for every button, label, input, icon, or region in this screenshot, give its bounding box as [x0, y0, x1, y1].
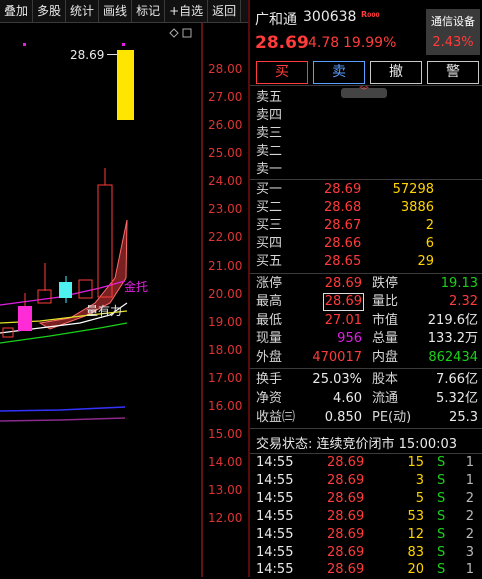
- back-button[interactable]: 返回: [208, 0, 242, 22]
- divider: [250, 273, 482, 274]
- price-tick-label: 28.00: [208, 62, 243, 76]
- price-tick-label: 18.00: [208, 343, 243, 357]
- price-tick-label: 17.00: [208, 371, 243, 385]
- divider: [250, 85, 482, 86]
- candle: [78, 279, 93, 299]
- divider: [250, 179, 482, 180]
- ma-line-blue: [0, 406, 126, 412]
- sell-level-3[interactable]: 卖三: [254, 125, 480, 143]
- price-tick-label: 16.00: [208, 399, 243, 413]
- stock-name: 广和通: [255, 12, 297, 28]
- tick-row: 14:55 28.69 83 S 3: [256, 545, 474, 560]
- stat-row-earnings: 收益㈢ 0.850 PE(动) 25.3: [256, 410, 478, 425]
- price-change-pct: 19.99%: [343, 35, 397, 51]
- buy-level-3[interactable]: 买三 28.67 2: [254, 217, 480, 235]
- chart-toolbar: 叠加 多股 统计 画线 标记 +自选 返回: [0, 0, 249, 23]
- sector-box[interactable]: 通信设备 2.43%: [426, 9, 480, 55]
- stat-row-limits: 涨停 28.69 跌停 19.13: [256, 276, 478, 291]
- marker-dot: [122, 43, 125, 46]
- stock-code: 300638: [303, 9, 357, 25]
- diamond-icon: [169, 28, 179, 38]
- high-leader-line: [107, 54, 117, 55]
- price-tick-label: 26.00: [208, 118, 243, 132]
- price-tick-label: 23.00: [208, 202, 243, 216]
- buy-level-4[interactable]: 买四 28.66 6: [254, 235, 480, 253]
- price-tick-label: 27.00: [208, 90, 243, 104]
- tick-row: 14:55 28.69 15 S 1: [256, 455, 474, 470]
- sell-level-1[interactable]: 卖一: [254, 161, 480, 179]
- stat-row-outer-inner: 外盘 470017 内盘 862434: [256, 350, 478, 365]
- buy-level-2[interactable]: 买二 28.68 3886: [254, 199, 480, 217]
- overlay-button[interactable]: 叠加: [0, 0, 34, 22]
- square-icon: [182, 28, 192, 38]
- candle: [37, 289, 52, 304]
- price-tick-label: 20.00: [208, 287, 243, 301]
- divider: [250, 368, 482, 369]
- current-price: 28.69: [255, 33, 309, 53]
- stat-row-high: 最高 28.69 量比 2.32: [256, 293, 478, 311]
- stat-row-volume: 现量 956 总量 133.2万: [256, 331, 478, 346]
- marker-dot: [23, 43, 26, 46]
- price-tick-label: 25.00: [208, 146, 243, 160]
- tick-row: 14:55 28.69 3 S 1: [256, 473, 474, 488]
- trade-status: 交易状态: 连续竞价闭市 15:00:03: [256, 437, 458, 452]
- panel-divider[interactable]: [248, 0, 250, 577]
- price-tick-label: 22.00: [208, 230, 243, 244]
- cancel-button[interactable]: 撤: [370, 61, 422, 84]
- annotation-jintuo: 金托: [124, 280, 149, 294]
- stat-row-turnover: 换手 25.03% 股本 7.66亿: [256, 372, 478, 387]
- price-tick-label: 24.00: [208, 174, 243, 188]
- divider: [250, 428, 482, 429]
- candle-limit-up: [117, 50, 134, 120]
- stat-row-low: 最低 27.01 市值 219.6亿: [256, 313, 478, 328]
- sell-level-5[interactable]: 卖五: [254, 89, 480, 107]
- sell-level-4[interactable]: 卖四: [254, 107, 480, 125]
- candlestick-chart[interactable]: 28.69 金托 量有力 28.00 27.00 26.00 25.00 24.…: [0, 23, 248, 577]
- add-watchlist-button[interactable]: +自选: [165, 0, 209, 22]
- annotation-liang: 量有力: [86, 304, 123, 318]
- price-tick-label: 14.00: [208, 455, 243, 469]
- price-tick-label: 15.00: [208, 427, 243, 441]
- tick-row: 14:55 28.69 5 S 2: [256, 491, 474, 506]
- candle: [97, 184, 113, 298]
- tick-row: 14:55 28.69 12 S 2: [256, 527, 474, 542]
- price-tick-label: 12.00: [208, 511, 243, 525]
- ma-line-purple: [0, 417, 126, 422]
- multi-stock-button[interactable]: 多股: [33, 0, 67, 22]
- mark-button[interactable]: 标记: [132, 0, 166, 22]
- high-price-label: 28.69: [70, 48, 105, 62]
- price-change: 4.78: [308, 35, 340, 51]
- tick-row: 14:55 28.69 53 S 2: [256, 509, 474, 524]
- price-tick-label: 19.00: [208, 315, 243, 329]
- sell-button[interactable]: 卖: [313, 61, 365, 84]
- sector-name: 通信设备: [431, 15, 475, 28]
- stat-row-netasset: 净资 4.60 流通 5.32亿: [256, 391, 478, 406]
- candle: [18, 306, 32, 331]
- candle: [59, 282, 72, 298]
- buy-button[interactable]: 买: [256, 61, 308, 84]
- r-badge: R000: [361, 10, 380, 19]
- buy-level-5[interactable]: 买五 28.65 29: [254, 253, 480, 271]
- alert-button[interactable]: 警: [427, 61, 479, 84]
- price-tick-label: 13.00: [208, 483, 243, 497]
- statistics-button[interactable]: 统计: [66, 0, 100, 22]
- price-tick-label: 21.00: [208, 259, 243, 273]
- sector-pct: 2.43%: [432, 35, 474, 50]
- tick-row: 14:55 28.69 20 S 1: [256, 562, 474, 577]
- draw-line-button[interactable]: 画线: [99, 0, 133, 22]
- sell-level-2[interactable]: 卖二: [254, 143, 480, 161]
- buy-level-1[interactable]: 买一 28.69 57298: [254, 181, 480, 199]
